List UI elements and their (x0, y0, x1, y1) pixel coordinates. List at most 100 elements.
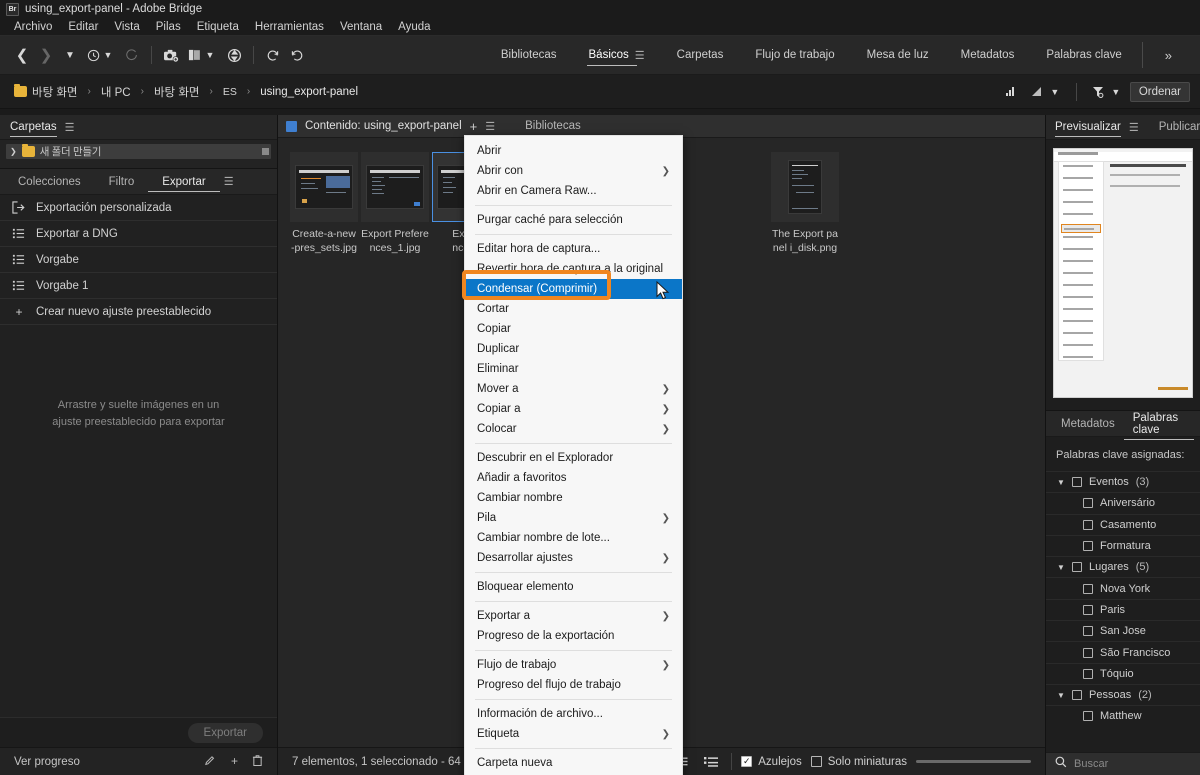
keyword-checkbox[interactable] (1083, 583, 1093, 594)
checkbox-azulejos[interactable]: ✓ Azulejos (741, 756, 802, 768)
tab-bibliotecas[interactable]: Bibliotecas (525, 120, 581, 132)
ctx-condensar-comprimir[interactable]: Condensar (Comprimir) (465, 279, 682, 299)
rotate-cw-icon[interactable] (285, 42, 309, 68)
ctx-progreso-flujo-trabajo[interactable]: Progreso del flujo de trabajo (465, 675, 682, 695)
menu-editar[interactable]: Editar (60, 20, 106, 34)
thumbnail-frame[interactable] (771, 152, 839, 222)
pencil-icon[interactable] (204, 754, 217, 770)
rotate-partial-icon[interactable] (120, 42, 144, 68)
ctx-informacion-archivo[interactable]: Información de archivo... (465, 704, 682, 724)
workspace-carpetas[interactable]: Carpetas (661, 36, 740, 75)
preset-export-dng[interactable]: Exportar a DNG (0, 221, 277, 247)
trash-icon[interactable] (252, 754, 263, 770)
menu-archivo[interactable]: Archivo (6, 20, 60, 34)
plus-icon[interactable]: + (231, 754, 238, 770)
chevron-down-icon[interactable]: ▼ (1057, 478, 1065, 487)
ctx-duplicar[interactable]: Duplicar (465, 339, 682, 359)
menu-vista[interactable]: Vista (106, 20, 147, 34)
preset-vorgabe[interactable]: Vorgabe (0, 247, 277, 273)
preset-create-new[interactable]: + Crear nuevo ajuste preestablecido (0, 299, 277, 325)
workspace-metadatos[interactable]: Metadatos (945, 36, 1031, 75)
chevron-right-icon[interactable]: ❯ (10, 147, 17, 156)
workspace-flujo-de-trabajo[interactable]: Flujo de trabajo (739, 36, 850, 75)
breadcrumb-item-4[interactable]: using_export-panel (256, 84, 362, 100)
keyword-item-formatura[interactable]: Formatura (1046, 534, 1200, 556)
ctx-eliminar[interactable]: Eliminar (465, 359, 682, 379)
view-progress-label[interactable]: Ver progreso (14, 756, 80, 768)
add-tab-icon[interactable]: + (470, 119, 478, 134)
keyword-item-nova-york[interactable]: Nova York (1046, 577, 1200, 598)
keyword-checkbox[interactable] (1083, 498, 1093, 509)
ctx-anadir-favoritos[interactable]: Añadir a favoritos (465, 468, 682, 488)
menu-etiqueta[interactable]: Etiqueta (189, 20, 247, 34)
preview-hamburger-icon[interactable]: ☰ (1129, 121, 1139, 134)
copy-chevron-icon[interactable]: ▼ (198, 42, 222, 68)
ctx-bloquear-elemento[interactable]: Bloquear elemento (465, 577, 682, 597)
ctx-cambiar-nombre-lote[interactable]: Cambiar nombre de lote... (465, 528, 682, 548)
keyword-item-casamento[interactable]: Casamento (1046, 513, 1200, 535)
export-button[interactable]: Exportar (187, 722, 263, 743)
thumbnail-cell[interactable]: The Export pa nel i_disk.png (771, 152, 839, 255)
keyword-item-sao-francisco[interactable]: São Francisco (1046, 641, 1200, 662)
content-hamburger-icon[interactable]: ☰ (485, 120, 495, 133)
filter-rating-icon[interactable] (999, 79, 1023, 105)
search-input[interactable] (1074, 758, 1191, 770)
keyword-checkbox[interactable] (1083, 541, 1093, 552)
tab-previsualizar[interactable]: Previsualizar (1055, 121, 1121, 137)
thumbnail-cell[interactable]: Create-a-new -pres_sets.jpg (290, 152, 358, 255)
ctx-abrir-con[interactable]: Abrir con ❯ (465, 161, 682, 181)
ctx-pila[interactable]: Pila ❯ (465, 508, 682, 528)
menu-pilas[interactable]: Pilas (148, 20, 189, 34)
breadcrumb-item-3[interactable]: ES (219, 84, 241, 100)
keyword-group-pessoas[interactable]: ▼ Pessoas (2) (1046, 683, 1200, 705)
keyword-group-eventos[interactable]: ▼ Eventos (3) (1046, 471, 1200, 492)
keyword-item-paris[interactable]: Paris (1046, 598, 1200, 620)
ctx-revertir-hora-captura[interactable]: Revertir hora de captura a la original (465, 259, 682, 279)
ctx-purgar-cache[interactable]: Purgar caché para selección (465, 210, 682, 230)
keyword-checkbox[interactable] (1083, 647, 1093, 658)
ctx-exportar-a[interactable]: Exportar a ❯ (465, 606, 682, 626)
ctx-abrir[interactable]: Abrir (465, 141, 682, 161)
export-hamburger-icon[interactable]: ☰ (224, 175, 234, 188)
menu-herramientas[interactable]: Herramientas (247, 20, 332, 34)
tab-carpetas[interactable]: Carpetas (10, 121, 57, 137)
ctx-mover-a[interactable]: Mover a ❯ (465, 379, 682, 399)
preset-custom-export[interactable]: Exportación personalizada (0, 195, 277, 221)
ctx-flujo-de-trabajo[interactable]: Flujo de trabajo ❯ (465, 655, 682, 675)
menu-ventana[interactable]: Ventana (332, 20, 390, 34)
keyword-search-bar[interactable] (1046, 752, 1200, 775)
tab-colecciones[interactable]: Colecciones (4, 176, 95, 188)
thumbnail-size-slider[interactable] (916, 760, 1031, 763)
export-dropzone[interactable]: Arrastre y suelte imágenes en un ajuste … (0, 325, 277, 717)
keyword-group-lugares[interactable]: ▼ Lugares (5) (1046, 556, 1200, 577)
forward-arrow-icon[interactable]: ❯ (34, 42, 58, 68)
keyword-item-matthew[interactable]: Matthew (1046, 705, 1200, 726)
thumbnail-cell[interactable]: Export Prefere nces_1.jpg (361, 152, 429, 255)
ctx-etiqueta[interactable]: Etiqueta ❯ (465, 724, 682, 744)
history-chevron-icon[interactable]: ▼ (96, 42, 120, 68)
keyword-item-toquio[interactable]: Tóquio (1046, 662, 1200, 684)
list-view-icon[interactable] (700, 752, 722, 772)
tab-publicar[interactable]: Publicar (1159, 121, 1200, 133)
workspace-hamburger-icon[interactable]: ☰ (635, 49, 645, 62)
rating-chevron-icon[interactable]: ▼ (1043, 79, 1067, 105)
preview-image-area[interactable] (1046, 140, 1200, 410)
ctx-progreso-exportacion[interactable]: Progreso de la exportación (465, 626, 682, 646)
checkbox-box[interactable] (810, 756, 822, 767)
tab-metadatos[interactable]: Metadatos (1052, 418, 1124, 430)
checkbox-solo-miniaturas[interactable]: Solo miniaturas (810, 756, 907, 768)
ctx-copiar[interactable]: Copiar (465, 319, 682, 339)
menu-ayuda[interactable]: Ayuda (390, 20, 438, 34)
refine-icon[interactable] (222, 42, 246, 68)
breadcrumb-item-0[interactable]: 바탕 화면 (10, 82, 82, 102)
camera-import-icon[interactable] (159, 42, 183, 68)
preset-vorgabe-1[interactable]: Vorgabe 1 (0, 273, 277, 299)
breadcrumb-item-2[interactable]: 바탕 화면 (150, 82, 204, 102)
ctx-copiar-a[interactable]: Copiar a ❯ (465, 399, 682, 419)
ctx-cambiar-nombre[interactable]: Cambiar nombre (465, 488, 682, 508)
workspace-mesa-de-luz[interactable]: Mesa de luz (851, 36, 945, 75)
ctx-carpeta-nueva[interactable]: Carpeta nueva (465, 753, 682, 773)
keyword-checkbox[interactable] (1072, 477, 1082, 488)
chevron-down-icon[interactable]: ▼ (1057, 563, 1065, 572)
workspace-basicos[interactable]: Básicos ☰ (573, 36, 661, 75)
